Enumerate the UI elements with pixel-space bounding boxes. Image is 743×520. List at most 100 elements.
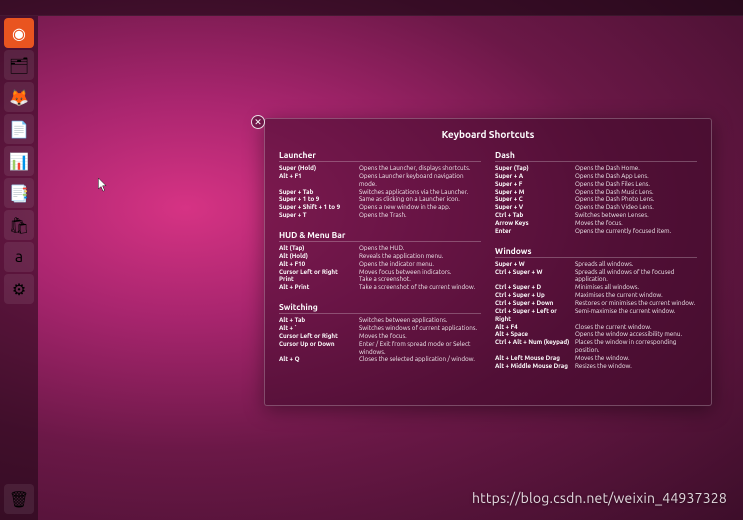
shortcut-key: Alt (Tap)	[279, 245, 355, 253]
shortcut-desc: Enter / Exit from spread mode or Select …	[359, 341, 481, 357]
top-menu-bar[interactable]	[0, 0, 743, 16]
shortcut-row: Alt + Tab Switches between applications.	[279, 317, 481, 325]
shortcut-row: Ctrl + Alt + Num (keypad)Places the wind…	[495, 339, 697, 355]
shortcut-key: Cursor Left or Right	[279, 333, 355, 341]
shortcut-desc: Opens the currently focused item.	[575, 228, 697, 236]
keyboard-shortcuts-overlay: ✕ Keyboard Shortcuts Launcher Super (Hol…	[264, 118, 712, 406]
shortcut-desc: Moves the focus.	[359, 333, 481, 341]
shortcut-row: Ctrl + Super + WSpreads all windows of t…	[495, 269, 697, 285]
shortcut-desc: Reveals the application menu.	[359, 253, 481, 261]
shortcut-row: Super + TOpens the Trash.	[279, 212, 481, 220]
shortcut-desc: Resizes the window.	[575, 363, 697, 371]
shortcut-row: Alt + Print Take a screenshot of the curr…	[279, 284, 481, 292]
shortcut-key: Arrow Keys	[495, 220, 571, 228]
shortcut-desc: Opens the HUD.	[359, 245, 481, 253]
shortcut-key: Ctrl + Super + D	[495, 284, 571, 292]
files-icon[interactable]: 🗂	[4, 50, 34, 80]
overlay-left-column: Launcher Super (Hold)Opens the Launcher,…	[279, 150, 481, 371]
shortcut-key: Alt + Print	[279, 284, 355, 292]
close-icon[interactable]: ✕	[251, 115, 265, 129]
overlay-right-column: Dash Super (Tap)Opens the Dash Home.Supe…	[495, 150, 697, 371]
shortcut-desc: Opens the Trash.	[359, 212, 481, 220]
section-heading: Launcher	[279, 150, 481, 162]
shortcut-key: Alt + F10	[279, 261, 355, 269]
shortcut-desc: Switches between applications.	[359, 317, 481, 325]
settings-icon[interactable]: ⚙	[4, 274, 34, 304]
section-launcher: Launcher Super (Hold)Opens the Launcher,…	[279, 150, 481, 220]
shortcut-key: Ctrl + Super + Down	[495, 300, 571, 308]
document-icon[interactable]: 📄	[4, 114, 34, 144]
shortcut-key: Super + W	[495, 261, 571, 269]
shortcut-desc: Switches between Lenses.	[575, 212, 697, 220]
shortcut-desc: Maximises the current window.	[575, 292, 697, 300]
section-switching: Switching Alt + Tab Switches between appl…	[279, 302, 481, 364]
shortcut-row: Alt + F10 Opens the indicator menu.	[279, 261, 481, 269]
ubuntu-icon[interactable]: ◉	[4, 18, 34, 48]
shortcut-key: Ctrl + Super + Left or Right	[495, 308, 571, 324]
shortcut-desc: Opens the window accessibility menu.	[575, 331, 697, 339]
shortcut-desc: Switches applications via the Launcher.	[359, 189, 481, 197]
shortcut-row: Ctrl + TabSwitches between Lenses.	[495, 212, 697, 220]
shortcut-key: Super + A	[495, 173, 571, 181]
shortcut-key: Alt + F1	[279, 173, 355, 189]
section-hud: HUD & Menu Bar Alt (Tap)Opens the HUD.Al…	[279, 230, 481, 292]
shortcut-row: Super + W Spreads all windows.	[495, 261, 697, 269]
shortcut-desc: Opens the Dash Photo Lens.	[575, 196, 697, 204]
calc-icon[interactable]: 📊	[4, 146, 34, 176]
shortcut-key: Super (Tap)	[495, 165, 571, 173]
software-icon[interactable]: 🛍	[4, 210, 34, 240]
shortcut-row: Super + A Opens the Dash App Lens.	[495, 173, 697, 181]
shortcut-key: Ctrl + Super + Up	[495, 292, 571, 300]
shortcut-key: Enter	[495, 228, 571, 236]
shortcut-key: Alt + Middle Mouse Drag	[495, 363, 571, 371]
shortcut-row: Alt (Hold)Reveals the application menu.	[279, 253, 481, 261]
shortcut-row: Super + VOpens the Dash Video Lens.	[495, 204, 697, 212]
shortcut-row: PrintTake a screenshot.	[279, 276, 481, 284]
shortcut-desc: Restores or minimises the current window…	[575, 300, 697, 308]
section-heading: HUD & Menu Bar	[279, 230, 481, 242]
shortcut-desc: Closes the selected application / window…	[359, 356, 481, 364]
shortcut-row: Alt + Middle Mouse Drag Resizes the windo…	[495, 363, 697, 371]
shortcut-key: Ctrl + Alt + Num (keypad)	[495, 339, 571, 355]
shortcut-desc: Switches windows of current applications…	[359, 325, 481, 333]
amazon-icon[interactable]: a	[4, 242, 34, 272]
shortcut-row: Cursor Up or DownEnter / Exit from sprea…	[279, 341, 481, 357]
overlay-title: Keyboard Shortcuts	[279, 129, 697, 140]
shortcut-key: Super + V	[495, 204, 571, 212]
shortcut-row: Ctrl + Super + Left or RightSemi-maximis…	[495, 308, 697, 324]
shortcut-desc: Opens the Dash Files Lens.	[575, 181, 697, 189]
shortcut-row: Alt + Left Mouse Drag Moves the window.	[495, 355, 697, 363]
shortcut-row: Super + COpens the Dash Photo Lens.	[495, 196, 697, 204]
shortcut-row: Super (Hold)Opens the Launcher, displays…	[279, 165, 481, 173]
shortcut-desc: Opens the indicator menu.	[359, 261, 481, 269]
shortcut-row: Arrow KeysMoves the focus.	[495, 220, 697, 228]
shortcut-key: Alt + `	[279, 325, 355, 333]
shortcut-row: Ctrl + Super + Down Restores or minimises…	[495, 300, 697, 308]
shortcut-desc: Moves the window.	[575, 355, 697, 363]
section-heading: Dash	[495, 150, 697, 162]
firefox-icon[interactable]: 🦊	[4, 82, 34, 112]
section-heading: Switching	[279, 302, 481, 314]
shortcut-key: Alt + Tab	[279, 317, 355, 325]
shortcut-key: Alt + Left Mouse Drag	[495, 355, 571, 363]
shortcut-key: Ctrl + Super + W	[495, 269, 571, 285]
shortcut-desc: Closes the current window.	[575, 324, 697, 332]
shortcut-row: Alt + ` Switches windows of current appli…	[279, 325, 481, 333]
section-heading: Windows	[495, 246, 697, 258]
mouse-cursor-icon	[98, 178, 108, 192]
section-windows: Windows Super + WSpreads all windows.Ctr…	[495, 246, 697, 371]
shortcut-row: Super + F Opens the Dash Files Lens.	[495, 181, 697, 189]
shortcut-desc: Spreads all windows.	[575, 261, 697, 269]
shortcut-key: Super + F	[495, 181, 571, 189]
shortcut-desc: Opens the Dash Music Lens.	[575, 189, 697, 197]
shortcut-desc: Minimises all windows.	[575, 284, 697, 292]
watermark-text: https://blog.csdn.net/weixin_44937328	[472, 490, 727, 506]
shortcut-desc: Opens the Dash App Lens.	[575, 173, 697, 181]
presentation-icon[interactable]: 📑	[4, 178, 34, 208]
shortcut-desc: Same as clicking on a Launcher icon.	[359, 196, 481, 204]
section-dash: Dash Super (Tap)Opens the Dash Home.Supe…	[495, 150, 697, 236]
shortcut-key: Super + M	[495, 189, 571, 197]
shortcut-desc: Take a screenshot of the current window.	[359, 284, 481, 292]
trash-icon[interactable]: 🗑	[4, 484, 34, 514]
shortcut-key: Alt + Q	[279, 356, 355, 364]
